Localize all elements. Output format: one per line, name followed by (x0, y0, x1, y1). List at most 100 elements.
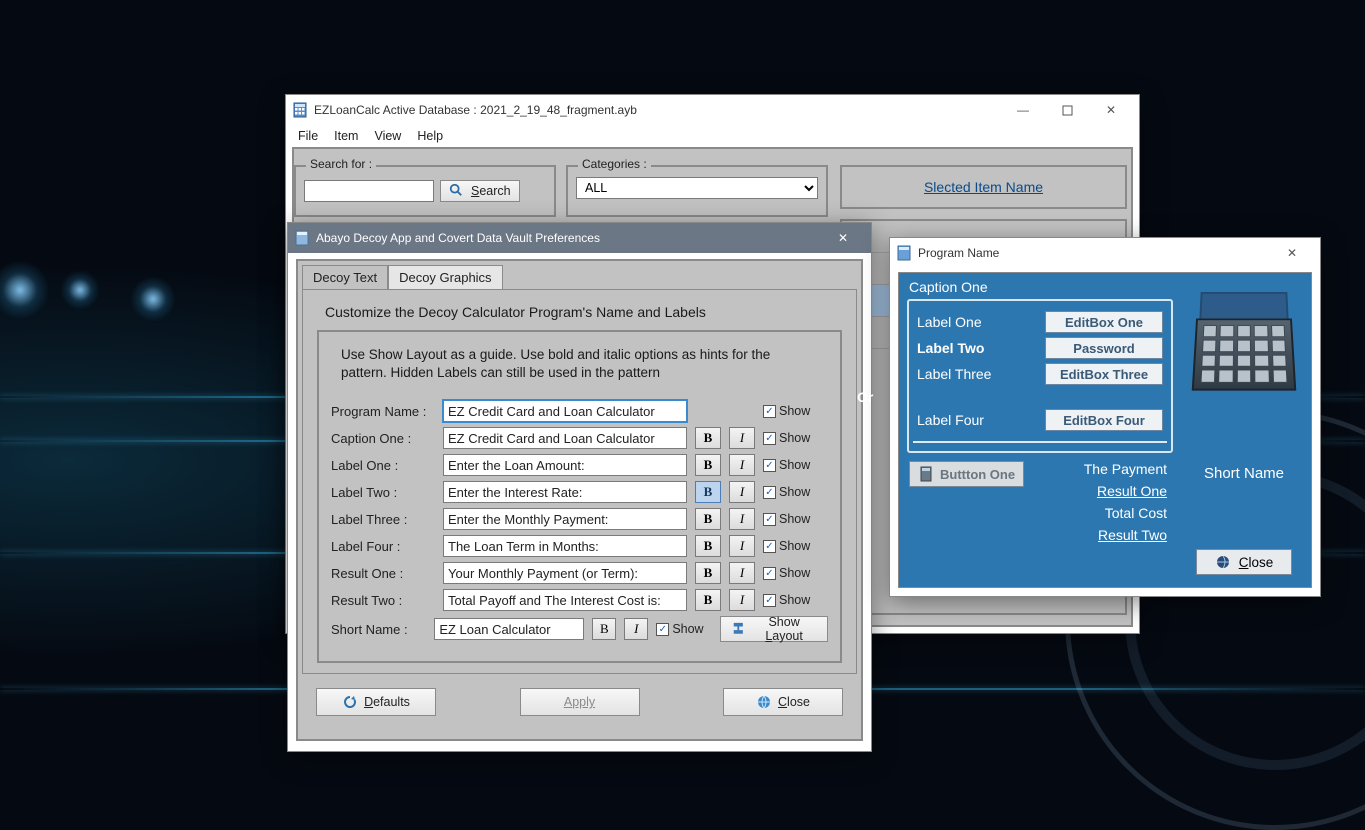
search-icon (449, 183, 465, 199)
row-short-name: Short Name : B I ✓Show Show Layout (331, 616, 828, 642)
result-two-link[interactable]: Result Two (1098, 527, 1167, 543)
label-four: Label Four (917, 412, 984, 428)
row-label-one: Label One EditBox One (917, 311, 1163, 333)
show-checkbox[interactable]: ✓Show (656, 622, 703, 636)
app-icon (896, 245, 912, 261)
row-label: Result Two : (331, 593, 435, 608)
italic-toggle[interactable]: I (729, 562, 755, 584)
show-checkbox[interactable]: ✓Show (763, 539, 810, 553)
label-two: Label Two (917, 340, 984, 356)
bold-toggle[interactable]: B (592, 618, 616, 640)
titlebar[interactable]: Program Name ✕ (890, 238, 1320, 268)
close-label: Close (778, 695, 810, 709)
short-name-input[interactable] (434, 618, 584, 640)
button-one-label: Buttton One (940, 467, 1015, 482)
editbox-password[interactable]: Password (1045, 337, 1163, 359)
bold-toggle[interactable]: B (695, 562, 721, 584)
show-checkbox[interactable]: ✓Show (763, 404, 810, 418)
row-input[interactable] (443, 454, 687, 476)
categories-select[interactable]: ALL (576, 177, 818, 199)
row-label-two: Label Two Password (917, 337, 1163, 359)
titlebar[interactable]: EZLoanCalc Active Database : 2021_2_19_4… (286, 95, 1139, 125)
menu-help[interactable]: Help (411, 127, 449, 145)
lead-text: Customize the Decoy Calculator Program's… (325, 304, 842, 320)
close-button[interactable]: Close (723, 688, 843, 716)
close-label: Close (1239, 555, 1274, 570)
row-input[interactable] (443, 589, 687, 611)
layout-icon (731, 621, 746, 637)
italic-toggle[interactable]: I (624, 618, 648, 640)
italic-toggle[interactable]: I (729, 454, 755, 476)
show-layout-button[interactable]: Show Layout (720, 616, 828, 642)
editbox-three[interactable]: EditBox Three (1045, 363, 1163, 385)
preferences-dialog: Abayo Decoy App and Covert Data Vault Pr… (287, 222, 872, 752)
show-checkbox[interactable]: ✓Show (763, 593, 810, 607)
selected-item-panel: Slected Item Name (840, 165, 1127, 209)
italic-toggle[interactable]: I (729, 427, 755, 449)
tab-decoy-text[interactable]: Decoy Text (302, 265, 388, 289)
show-checkbox[interactable]: ✓Show (763, 458, 810, 472)
pref-row: Label Four : BI ✓Show (331, 535, 828, 557)
pref-row: Result Two : BI ✓Show (331, 589, 828, 611)
row-label: Label Three : (331, 512, 435, 527)
label-one: Label One (917, 314, 982, 330)
row-label: Label Four : (331, 539, 435, 554)
menu-view[interactable]: View (368, 127, 407, 145)
defaults-button[interactable]: Defaults (316, 688, 436, 716)
result-one-link[interactable]: Result One (1097, 483, 1167, 499)
show-checkbox[interactable]: ✓Show (763, 566, 810, 580)
menu-file[interactable]: File (292, 127, 324, 145)
row-input[interactable] (443, 562, 687, 584)
row-label-three: Label Three EditBox Three (917, 363, 1163, 385)
selected-item-name: Slected Item Name (848, 173, 1119, 201)
bold-toggle[interactable]: B (695, 508, 721, 530)
apply-button[interactable]: Apply (520, 688, 640, 716)
search-button[interactable]: Search (440, 180, 520, 202)
editbox-one[interactable]: EditBox One (1045, 311, 1163, 333)
close-button[interactable]: ✕ (1089, 96, 1133, 124)
hint-text: Use Show Layout as a guide. Use bold and… (341, 346, 818, 382)
row-label: Program Name : (331, 404, 435, 419)
short-name-label: Short Name : (331, 622, 426, 637)
italic-toggle[interactable]: I (729, 481, 755, 503)
menu-item[interactable]: Item (328, 127, 364, 145)
close-button[interactable]: ✕ (1270, 239, 1314, 267)
bold-toggle[interactable]: B (695, 589, 721, 611)
search-button-label: Search (471, 184, 511, 198)
caption-one: Caption One (899, 273, 1181, 299)
pref-row: Label One : BI ✓Show (331, 454, 828, 476)
editbox-four[interactable]: EditBox Four (1045, 409, 1163, 431)
maximize-button[interactable] (1045, 96, 1089, 124)
tab-decoy-graphics[interactable]: Decoy Graphics (388, 265, 502, 289)
globe-icon (756, 694, 772, 710)
bold-toggle[interactable]: B (695, 481, 721, 503)
row-input[interactable] (443, 400, 687, 422)
show-checkbox[interactable]: ✓Show (763, 512, 810, 526)
program-preview-window: Program Name ✕ Caption One Label One Edi… (889, 237, 1321, 597)
bold-toggle[interactable]: B (695, 454, 721, 476)
row-input[interactable] (443, 508, 687, 530)
titlebar[interactable]: Abayo Decoy App and Covert Data Vault Pr… (288, 223, 871, 253)
search-input[interactable] (304, 180, 434, 202)
bold-toggle[interactable]: B (695, 535, 721, 557)
row-label: Label One : (331, 458, 435, 473)
short-name-display: Short Name (1204, 465, 1284, 482)
row-input[interactable] (443, 535, 687, 557)
italic-toggle[interactable]: I (729, 589, 755, 611)
close-button[interactable]: ✕ (821, 224, 865, 252)
dialog-title: Abayo Decoy App and Covert Data Vault Pr… (316, 231, 600, 245)
minimize-button[interactable]: — (1001, 96, 1045, 124)
close-button[interactable]: Close (1196, 549, 1292, 575)
row-label: Label Two : (331, 485, 435, 500)
window-title: EZLoanCalc Active Database : 2021_2_19_4… (314, 103, 637, 117)
row-input[interactable] (443, 427, 687, 449)
bold-toggle[interactable]: B (695, 427, 721, 449)
button-one[interactable]: Buttton One (909, 461, 1024, 487)
italic-toggle[interactable]: I (729, 535, 755, 557)
tab-strip: Decoy Text Decoy Graphics (298, 261, 861, 289)
row-input[interactable] (443, 481, 687, 503)
show-checkbox[interactable]: ✓Show (763, 431, 810, 445)
calculator-graphic (1194, 287, 1294, 397)
italic-toggle[interactable]: I (729, 508, 755, 530)
show-checkbox[interactable]: ✓Show (763, 485, 810, 499)
